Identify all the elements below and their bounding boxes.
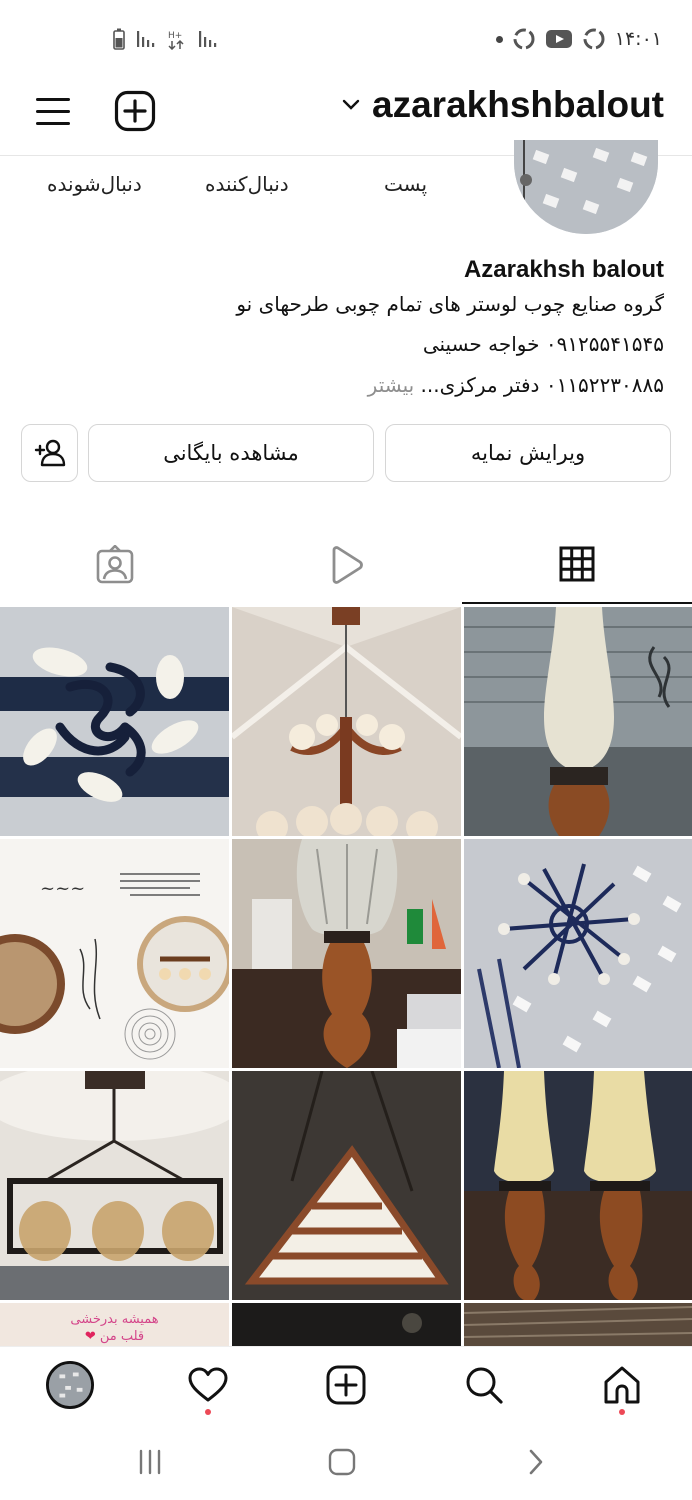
post-thumbnail[interactable] <box>464 607 692 836</box>
display-name: Azarakhsh balout <box>463 256 664 283</box>
nav-activity[interactable] <box>184 1361 232 1415</box>
nav-search[interactable] <box>460 1361 508 1409</box>
star-chandelier-image <box>464 839 692 1068</box>
activity-notification-dot <box>205 1409 211 1415</box>
signal-icon <box>137 31 155 47</box>
office-desk-lamp-image <box>232 839 461 1068</box>
tagged-icon <box>96 545 134 584</box>
recents-button[interactable] <box>130 1442 170 1482</box>
username: azarakhshbalout <box>372 84 664 125</box>
search-icon <box>466 1367 503 1404</box>
table-lamp-image <box>464 607 692 836</box>
post-thumbnail[interactable] <box>464 1303 692 1347</box>
wood-texture-image <box>464 1303 692 1347</box>
notification-dot-icon <box>495 35 503 43</box>
post-thumbnail[interactable] <box>464 1071 692 1300</box>
pair-lamps-image <box>464 1071 692 1300</box>
post-thumbnail[interactable] <box>0 1071 229 1300</box>
heart-icon <box>188 1367 228 1402</box>
bio-line-3: ۰۱۱۵۲۲۳۰۸۸۵ دفتر مرکزی... بیشتر <box>368 373 664 397</box>
triangle-lamp-image <box>232 1071 461 1300</box>
post-thumbnail[interactable] <box>232 1303 461 1347</box>
back-button[interactable] <box>516 1442 556 1482</box>
recents-icon <box>139 1449 161 1475</box>
greeting-card-caption: همیشه بدرخشی قلب من ❤ <box>0 1311 229 1345</box>
post-thumbnail[interactable]: همیشه بدرخشی قلب من ❤ <box>0 1303 229 1347</box>
status-bar: H+ ۱۴:۰۱ <box>0 0 692 78</box>
rectangular-chandelier-image <box>0 1071 229 1300</box>
add-person-icon <box>34 439 65 467</box>
dark-photo-image <box>232 1303 461 1347</box>
discover-people-button[interactable] <box>21 424 78 482</box>
catalog-page-image: ~~~ <box>0 839 229 1068</box>
home-square-icon <box>328 1448 356 1476</box>
battery-icon <box>113 28 125 50</box>
account-switcher[interactable]: azarakhshbalout <box>342 84 664 126</box>
post-thumbnail[interactable] <box>464 839 692 1068</box>
profile-avatar[interactable] <box>514 140 658 234</box>
wooden-chandelier-image <box>232 607 461 836</box>
reels-play-icon <box>332 546 363 584</box>
home-notification-dot <box>619 1409 625 1415</box>
home-system-button[interactable] <box>322 1442 362 1482</box>
bio-line-3-text: ۰۱۱۵۲۲۳۰۸۸۵ دفتر مرکزی... <box>420 373 664 397</box>
post-thumbnail[interactable] <box>232 607 461 836</box>
chevron-right-icon <box>529 1449 543 1475</box>
post-thumbnail[interactable]: ~~~ <box>0 839 229 1068</box>
home-icon <box>604 1366 640 1404</box>
greeting-card-caption-line-2-text: قلب من <box>99 1329 145 1344</box>
menu-icon <box>36 98 70 101</box>
youtube-icon <box>545 30 572 48</box>
post-thumbnail[interactable] <box>0 607 229 836</box>
tab-tagged[interactable] <box>0 526 230 604</box>
greeting-card-caption-line-1: همیشه بدرخشی <box>70 1312 159 1327</box>
post-thumbnail[interactable] <box>232 839 461 1068</box>
bio-line-2: ۰۹۱۲۵۵۴۱۵۴۵ خواجه حسینی <box>422 332 664 356</box>
tab-grid[interactable] <box>462 526 692 604</box>
stat-following-label[interactable]: دنبال‌شونده <box>47 172 142 196</box>
nav-profile[interactable] <box>46 1361 94 1409</box>
heart-emoji-icon: ❤ <box>84 1329 96 1344</box>
menu-icon-bar <box>36 110 70 113</box>
post-thumbnail[interactable] <box>232 1071 461 1300</box>
bio-more-link[interactable]: بیشتر <box>368 373 415 397</box>
tab-reels[interactable] <box>231 526 461 604</box>
nav-create[interactable] <box>322 1361 370 1409</box>
stat-followers-label[interactable]: دنبال‌کننده <box>205 172 289 196</box>
iron-chandelier-image <box>0 607 229 836</box>
profile-avatar-icon <box>46 1361 94 1409</box>
avatar-image <box>514 140 658 234</box>
sync-icon <box>513 28 535 50</box>
add-post-button[interactable] <box>114 90 156 132</box>
stat-posts-label[interactable]: پست <box>384 172 427 196</box>
status-icons-left: H+ <box>112 28 220 50</box>
add-icon <box>326 1365 366 1405</box>
signal-2-icon <box>199 31 217 47</box>
bottom-navigation <box>0 1346 692 1422</box>
status-time: ۱۴:۰۱ <box>614 28 662 50</box>
greeting-card-caption-line-2: قلب من ❤ <box>0 1328 229 1345</box>
sync-2-icon <box>583 28 605 50</box>
nav-home[interactable] <box>598 1361 646 1415</box>
bio-line-1: گروه صنایع چوب لوستر های تمام چوبی طرحها… <box>236 292 664 316</box>
menu-button[interactable] <box>36 94 72 130</box>
view-archive-button[interactable]: مشاهده بایگانی <box>88 424 374 482</box>
chevron-down-icon <box>342 99 360 110</box>
status-icons-right: ۱۴:۰۱ <box>495 26 662 52</box>
menu-icon-bar <box>36 122 70 125</box>
data-transfer-icon: H+ <box>168 31 184 50</box>
posts-grid: ~~~ همیشه بدرخشی قلب من ❤ <box>0 607 692 1347</box>
edit-profile-button[interactable]: ویرایش نمایه <box>385 424 671 482</box>
svg-text:H+: H+ <box>168 31 182 41</box>
system-navigation-bar <box>0 1422 692 1500</box>
grid-icon <box>559 546 595 582</box>
catalog-script-mark: ~~~ <box>40 878 85 899</box>
